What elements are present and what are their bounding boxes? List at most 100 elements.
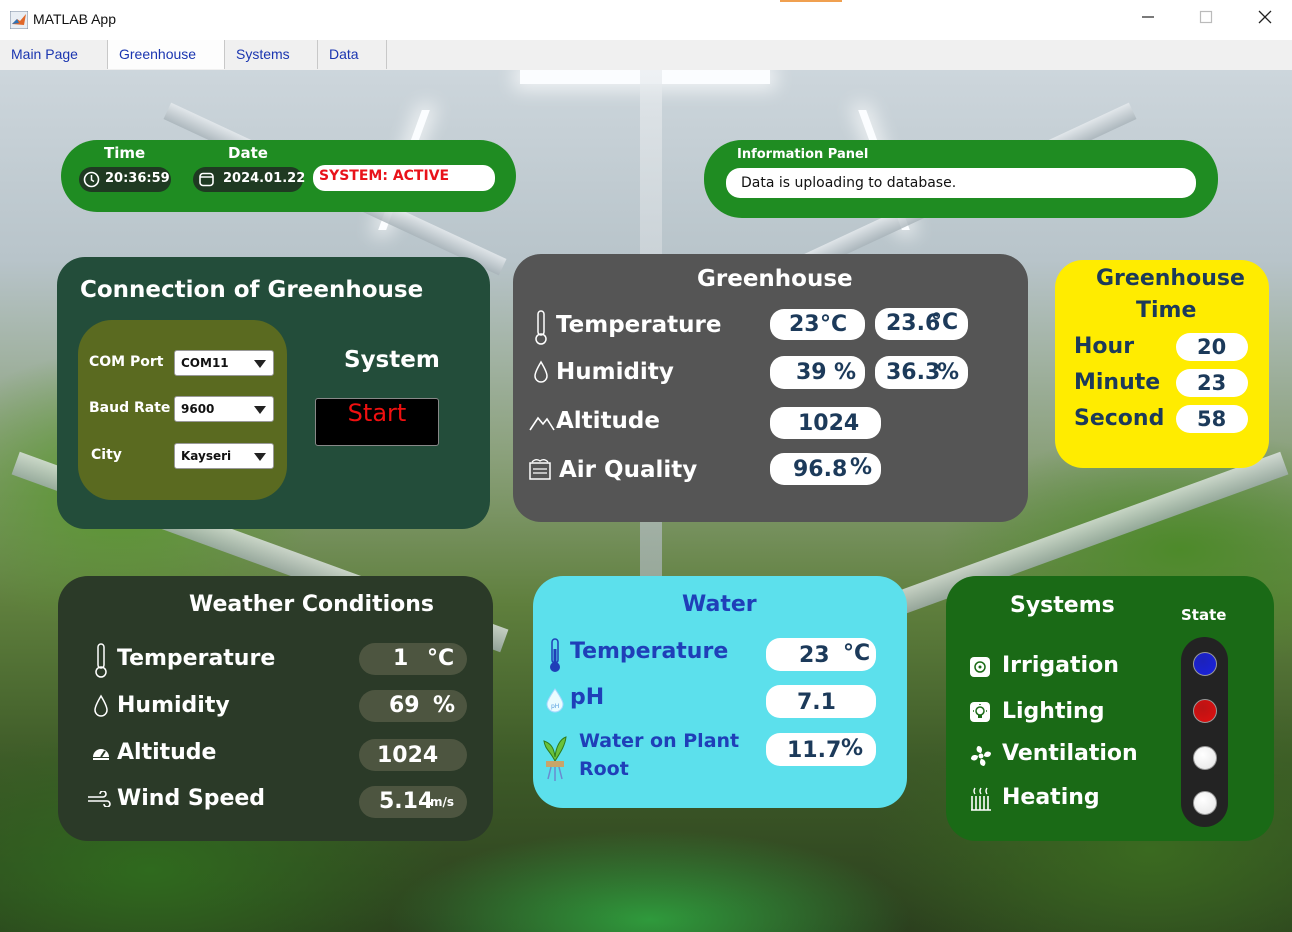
tab-main-page[interactable]: Main Page bbox=[0, 40, 108, 69]
systems-item-irrigation: Irrigation bbox=[1002, 653, 1119, 678]
chevron-down-icon bbox=[254, 453, 266, 461]
greenhouse-humidity-label: Humidity bbox=[556, 359, 674, 385]
weather-temperature-readout: 1 °C bbox=[359, 643, 467, 675]
date-readout: 2024.01.22 bbox=[193, 167, 306, 192]
maximize-button[interactable] bbox=[1191, 8, 1221, 30]
systems-title: Systems bbox=[1010, 593, 1115, 618]
system-label: System bbox=[344, 347, 440, 373]
water-drop-icon bbox=[94, 694, 108, 717]
greenhouse-altitude-readout: 1024 bbox=[770, 407, 881, 439]
minimize-button[interactable] bbox=[1133, 8, 1163, 30]
greenhouse-time-title-line1: Greenhouse bbox=[1096, 266, 1245, 291]
minute-label: Minute bbox=[1074, 370, 1161, 395]
weather-wind-unit: m/s bbox=[430, 795, 455, 809]
tab-systems[interactable]: Systems bbox=[225, 40, 318, 69]
greenhouse-air-quality-readout: 96.8 % bbox=[770, 453, 881, 485]
systems-item-ventilation: Ventilation bbox=[1002, 741, 1138, 766]
systems-item-lighting: Lighting bbox=[1002, 699, 1105, 724]
date-value: 2024.01.22 bbox=[223, 171, 306, 186]
hour-readout: 20 bbox=[1176, 333, 1248, 361]
irrigation-state-led bbox=[1193, 652, 1217, 676]
title-accent bbox=[780, 0, 842, 2]
matlab-logo-icon bbox=[10, 11, 28, 29]
information-message: Data is uploading to database. bbox=[741, 175, 957, 191]
tab-data[interactable]: Data bbox=[318, 40, 387, 69]
weather-title: Weather Conditions bbox=[189, 592, 434, 617]
minute-value: 23 bbox=[1197, 371, 1227, 395]
weather-temperature-value: 1 bbox=[393, 646, 409, 671]
system-status-text: SYSTEM: ACTIVE bbox=[319, 168, 450, 184]
greenhouse-temperature-value-1: 23 bbox=[789, 312, 820, 337]
city-value: Kayseri bbox=[181, 449, 232, 463]
greenhouse-altitude-value: 1024 bbox=[798, 411, 860, 436]
irrigation-icon bbox=[970, 657, 990, 677]
clock-icon bbox=[83, 171, 100, 188]
weather-wind-readout: 5.14 m/s bbox=[359, 786, 467, 818]
close-icon bbox=[1258, 10, 1272, 24]
mountain-icon bbox=[529, 416, 555, 431]
information-message-field: Data is uploading to database. bbox=[726, 168, 1196, 198]
window-title: MATLAB App bbox=[33, 11, 117, 27]
weather-panel: Weather Conditions Temperature 1 °C Humi… bbox=[58, 576, 493, 841]
city-label: City bbox=[91, 447, 122, 463]
chevron-down-icon bbox=[254, 360, 266, 368]
water-ph-readout: 7.1 bbox=[766, 685, 876, 718]
greenhouse-humidity-unit-2: % bbox=[937, 360, 960, 385]
close-button[interactable] bbox=[1250, 8, 1280, 30]
minimize-icon bbox=[1142, 16, 1154, 18]
time-label: Time bbox=[104, 144, 146, 162]
greenhouse-air-quality-value: 96.8 bbox=[793, 457, 848, 482]
water-title: Water bbox=[682, 592, 757, 617]
weather-humidity-label: Humidity bbox=[117, 693, 230, 718]
water-plant-root-value: 11.7 bbox=[787, 738, 842, 763]
heating-icon bbox=[971, 787, 991, 811]
lighting-icon bbox=[970, 702, 990, 722]
greenhouse-altitude-label: Altitude bbox=[556, 408, 660, 434]
com-port-dropdown[interactable]: COM11 bbox=[174, 350, 274, 376]
hour-value: 20 bbox=[1197, 335, 1227, 359]
weather-temperature-unit: °C bbox=[427, 646, 455, 671]
window-title-bar: MATLAB App bbox=[0, 0, 1292, 41]
information-panel: Information Panel Data is uploading to d… bbox=[704, 140, 1218, 218]
water-drop-icon bbox=[534, 360, 548, 383]
second-readout: 58 bbox=[1176, 405, 1248, 433]
greenhouse-temperature-readout-2: 23.6 °C bbox=[875, 308, 968, 340]
greenhouse-humidity-readout-1: 39 % bbox=[770, 356, 865, 389]
water-temperature-readout: 23 °C bbox=[766, 638, 876, 671]
water-plant-root-readout: 11.7 % bbox=[766, 733, 876, 766]
greenhouse-time-panel: Greenhouse Time Hour 20 Minute 23 Second… bbox=[1055, 260, 1269, 468]
state-label: State bbox=[1181, 606, 1227, 624]
greenhouse-humidity-value-1: 39 bbox=[796, 360, 827, 385]
start-button[interactable]: Start bbox=[315, 398, 439, 446]
greenhouse-panel: Greenhouse Temperature 23 °C 23.6 °C Hum… bbox=[513, 254, 1028, 522]
minute-readout: 23 bbox=[1176, 369, 1248, 397]
baud-rate-dropdown[interactable]: 9600 bbox=[174, 396, 274, 422]
weather-humidity-unit: % bbox=[433, 693, 456, 718]
lighting-state-led bbox=[1193, 699, 1217, 723]
city-dropdown[interactable]: Kayseri bbox=[174, 443, 274, 469]
water-temperature-unit: °C bbox=[843, 641, 871, 666]
weather-altitude-label: Altitude bbox=[117, 740, 217, 765]
maximize-icon bbox=[1199, 10, 1213, 24]
tab-greenhouse[interactable]: Greenhouse bbox=[108, 40, 225, 69]
tab-bar: Main Page Greenhouse Systems Data bbox=[0, 40, 1292, 71]
greenhouse-humidity-readout-2: 36.3 % bbox=[875, 356, 968, 389]
system-status-badge: SYSTEM: ACTIVE bbox=[313, 165, 495, 191]
fan-icon bbox=[971, 746, 991, 766]
time-readout: 20:36:59 bbox=[79, 167, 171, 192]
greenhouse-temperature-unit-1: °C bbox=[820, 312, 848, 337]
weather-temperature-label: Temperature bbox=[117, 646, 276, 671]
svg-text:pH: pH bbox=[551, 703, 559, 710]
connection-title: Connection of Greenhouse bbox=[80, 277, 424, 303]
thermometer-icon bbox=[550, 638, 560, 672]
information-panel-title: Information Panel bbox=[737, 147, 869, 162]
greenhouse-time-title-line2: Time bbox=[1136, 298, 1197, 323]
connection-settings-group: COM Port COM11 Baud Rate 9600 City Kayse… bbox=[78, 320, 287, 500]
greenhouse-title: Greenhouse bbox=[697, 266, 853, 292]
hour-label: Hour bbox=[1074, 334, 1135, 359]
weather-altitude-value: 1024 bbox=[377, 743, 439, 768]
weather-humidity-value: 69 bbox=[389, 693, 420, 718]
second-label: Second bbox=[1074, 406, 1165, 431]
thermometer-icon bbox=[535, 310, 547, 345]
gauge-icon bbox=[93, 749, 109, 760]
